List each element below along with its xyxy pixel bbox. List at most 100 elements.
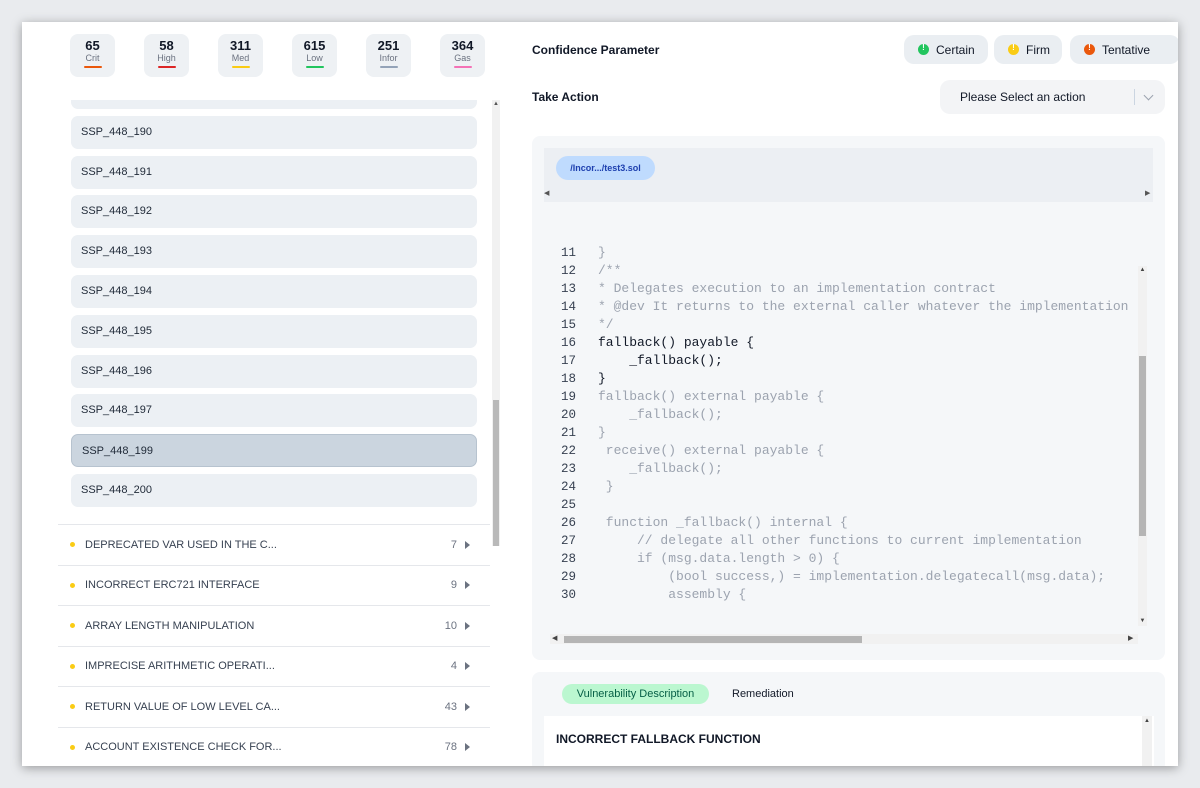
scroll-up-icon[interactable]: ▲ xyxy=(492,101,500,107)
confidence-certain-button[interactable]: Certain xyxy=(904,35,988,64)
instance-list-scrollbar[interactable]: ▲ xyxy=(492,100,500,546)
code-text: /** xyxy=(598,263,622,278)
code-text: if (msg.data.length > 0) { xyxy=(598,551,840,566)
code-horizontal-scrollbar[interactable]: ◀ ▶ xyxy=(550,634,1138,644)
instance-item[interactable]: SSP_448_200 xyxy=(71,474,477,507)
tab-vulnerability-description[interactable]: Vulnerability Description xyxy=(562,684,709,704)
scrollbar-thumb[interactable] xyxy=(1139,356,1146,536)
scroll-up-icon[interactable]: ▲ xyxy=(1138,267,1147,273)
scroll-left-icon[interactable]: ◀ xyxy=(552,634,557,642)
chevron-right-icon[interactable] xyxy=(465,581,470,590)
vulnerability-row[interactable]: DEPRECATED VAR USED IN THE C... 7 xyxy=(58,524,490,565)
instance-item[interactable]: SSP_448_194 xyxy=(71,275,477,308)
stat-label: Low xyxy=(306,53,323,63)
confidence-firm-button[interactable]: Firm xyxy=(994,35,1062,64)
code-line: 26 function _fallback() internal { xyxy=(544,514,1148,532)
code-text: * @dev It returns to the external caller… xyxy=(598,299,1129,314)
confidence-label: Tentative xyxy=(1102,42,1151,57)
scroll-right-icon[interactable]: ▶ xyxy=(1145,189,1150,197)
severity-dot xyxy=(70,704,75,710)
line-number: 28 xyxy=(560,552,576,566)
chevron-right-icon[interactable] xyxy=(465,621,470,630)
line-number: 12 xyxy=(560,264,576,278)
stat-gas[interactable]: 364 Gas xyxy=(440,34,485,77)
stat-label: Med xyxy=(231,53,250,63)
code-line: 28 if (msg.data.length > 0) { xyxy=(544,550,1148,568)
vulnerability-row[interactable]: RETURN VALUE OF LOW LEVEL CA... 43 xyxy=(58,686,490,727)
vulnerability-name: ACCOUNT EXISTENCE CHECK FOR... xyxy=(85,741,282,754)
code-line: 21} xyxy=(544,424,1148,442)
severity-bar xyxy=(83,66,102,68)
tab-remediation[interactable]: Remediation xyxy=(732,684,794,704)
vulnerability-count: 7 xyxy=(450,538,457,551)
instance-item[interactable]: SSP_448_191 xyxy=(71,155,477,189)
vulnerability-name: INCORRECT ERC721 INTERFACE xyxy=(85,579,260,592)
instance-item[interactable]: SSP_448_197 xyxy=(71,394,477,428)
take-action-label: Take Action xyxy=(532,90,599,104)
scroll-up-icon[interactable]: ▲ xyxy=(1142,718,1152,724)
code-text: fallback() payable { xyxy=(598,335,755,350)
vulnerability-list: DEPRECATED VAR USED IN THE C... 7 INCORREC… xyxy=(58,524,490,766)
instance-item[interactable]: SSP_448_199 xyxy=(71,434,477,468)
code-text: _fallback(); xyxy=(598,407,723,422)
file-tab[interactable]: /Incor.../test3.sol xyxy=(556,156,655,180)
vulnerability-row[interactable]: ARRAY LENGTH MANIPULATION 10 xyxy=(58,605,490,646)
instance-item[interactable]: SSP_448_196 xyxy=(71,354,477,388)
chevron-right-icon[interactable] xyxy=(465,702,470,711)
vulnerability-count: 10 xyxy=(444,619,457,632)
chevron-right-icon[interactable] xyxy=(465,540,470,549)
chevron-right-icon[interactable] xyxy=(465,743,470,752)
code-text: } xyxy=(598,371,606,386)
line-number: 21 xyxy=(560,426,576,440)
line-number: 22 xyxy=(560,444,576,458)
instance-item[interactable]: SSP_448_192 xyxy=(71,195,477,229)
instance-item[interactable] xyxy=(71,100,477,109)
vulnerability-row[interactable]: IMPRECISE ARITHMETIC OPERATI... 4 xyxy=(58,645,490,687)
stat-label: High xyxy=(157,53,176,63)
vulnerability-count: 9 xyxy=(450,579,457,592)
instance-item[interactable]: SSP_448_193 xyxy=(71,235,477,269)
scrollbar-thumb[interactable] xyxy=(493,400,499,546)
severity-stats: 65 Crit 58 High 311 Med 615 Low 251 Infor 364 Gas xyxy=(70,34,514,77)
code-line: 25 xyxy=(544,496,1148,514)
stat-low[interactable]: 615 Low xyxy=(292,34,337,77)
scrollbar-thumb[interactable] xyxy=(564,636,862,643)
code-content: 11} 12 /** 13 * Delegates execution to an im… xyxy=(544,240,1148,610)
confidence-label: Confidence Parameter xyxy=(532,43,660,57)
code-line: 19 fallback() external payable { xyxy=(544,388,1148,406)
left-panel: 65 Crit 58 High 311 Med 615 Low 251 Infor 364 Gas S… xyxy=(22,22,500,766)
file-tab-strip: /Incor.../test3.sol ◀ ▶ xyxy=(544,148,1153,202)
code-text: _fallback(); xyxy=(598,353,723,368)
code-line: 18} xyxy=(544,370,1148,388)
line-number: 19 xyxy=(560,390,576,404)
code-vertical-scrollbar[interactable]: ▲ ▼ xyxy=(1138,266,1147,626)
code-text: assembly { xyxy=(598,587,747,602)
severity-bar xyxy=(157,66,176,68)
instance-item[interactable]: SSP_448_190 xyxy=(71,115,477,149)
chevron-right-icon[interactable] xyxy=(465,662,470,671)
vulnerability-count: 43 xyxy=(444,700,457,713)
scroll-right-icon[interactable]: ▶ xyxy=(1128,634,1133,642)
code-line: 24 } xyxy=(544,478,1148,496)
vulnerability-row[interactable]: INCORRECT ERC721 INTERFACE 9 xyxy=(58,564,490,606)
code-line: 29 (bool success,) = implementation.dele… xyxy=(544,568,1148,586)
chevron-down-icon[interactable] xyxy=(1143,90,1154,101)
scroll-left-icon[interactable]: ◀ xyxy=(544,189,549,197)
confidence-label: Firm xyxy=(1026,42,1050,57)
code-text: } xyxy=(598,425,606,440)
code-text: (bool success,) = implementation.delegat… xyxy=(598,569,1106,584)
description-body: INCORRECT FALLBACK FUNCTION ▲ xyxy=(544,716,1154,766)
stat-high[interactable]: 58 High xyxy=(144,34,189,77)
description-scrollbar[interactable]: ▲ xyxy=(1142,716,1152,766)
instance-item[interactable]: SSP_448_195 xyxy=(71,314,477,348)
line-number: 15 xyxy=(560,318,576,332)
stat-med[interactable]: 311 Med xyxy=(218,34,263,77)
stat-crit[interactable]: 65 Crit xyxy=(70,34,115,77)
vulnerability-row[interactable]: ACCOUNT EXISTENCE CHECK FOR... 78 xyxy=(58,726,490,767)
stat-infor[interactable]: 251 Infor xyxy=(366,34,411,77)
alert-icon xyxy=(1084,43,1095,55)
scroll-down-icon[interactable]: ▼ xyxy=(1138,618,1147,624)
action-select[interactable]: Please Select an action xyxy=(940,80,1165,114)
confidence-tentative-button[interactable]: Tentative xyxy=(1070,35,1178,64)
confidence-label: Certain xyxy=(936,42,975,57)
